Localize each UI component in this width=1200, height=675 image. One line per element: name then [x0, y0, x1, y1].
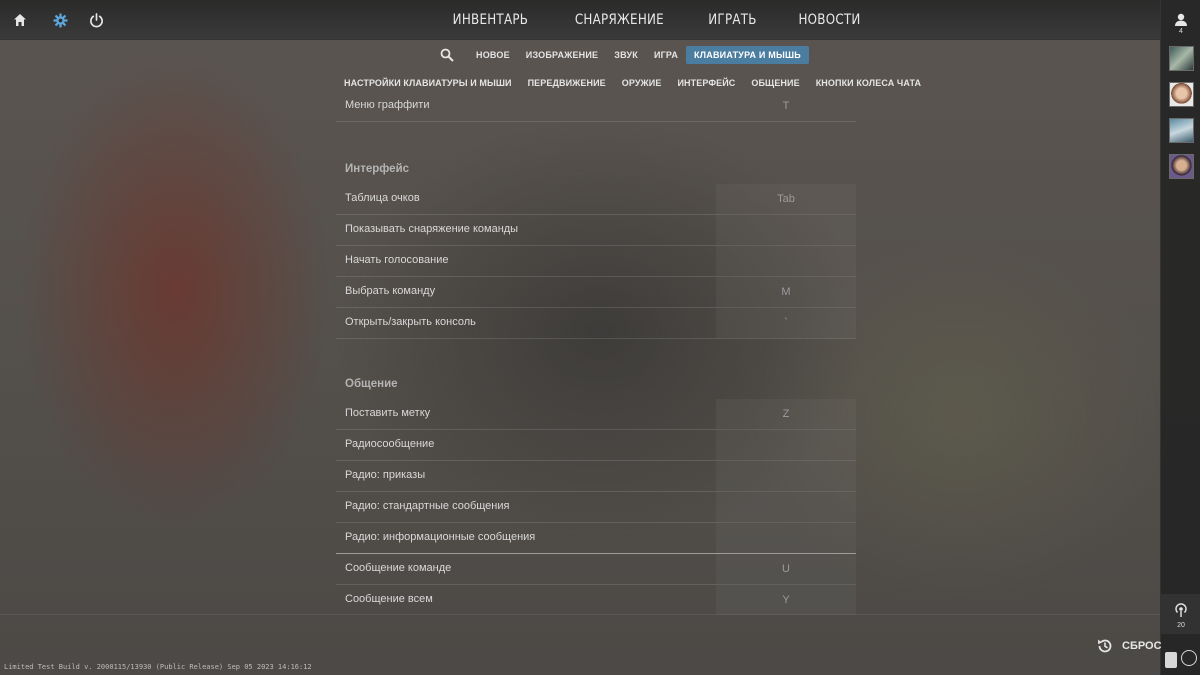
watch-count: 20	[1177, 622, 1185, 629]
watch-button[interactable]: 20	[1161, 594, 1200, 634]
tab-communication[interactable]: ОБЩЕНИЕ	[743, 78, 807, 88]
reset-icon	[1096, 637, 1114, 655]
microphone-icon[interactable]	[1165, 652, 1177, 668]
keybind-label: Начать голосование	[345, 254, 449, 266]
keybind-key[interactable]: T	[716, 91, 856, 121]
avatar[interactable]	[1169, 46, 1194, 71]
keybind-key[interactable]	[716, 492, 856, 522]
keybind-label: Радио: информационные сообщения	[345, 531, 536, 543]
keybind-row[interactable]: Начать голосование	[336, 246, 856, 277]
footer-divider	[0, 614, 1160, 615]
search-icon[interactable]	[440, 48, 454, 67]
keybind-label: Сообщение всем	[345, 593, 433, 605]
tab-keyboard-mouse[interactable]: КЛАВИАТУРА И МЫШЬ	[686, 46, 809, 64]
status-icon[interactable]	[1181, 650, 1197, 666]
friends-count: 4	[1179, 28, 1183, 35]
keybind-row[interactable]: Радио: информационные сообщения	[336, 523, 856, 554]
keybind-key[interactable]	[716, 461, 856, 491]
keybind-row[interactable]: Радио: приказы	[336, 461, 856, 492]
keybind-key[interactable]	[716, 430, 856, 460]
keybind-row[interactable]: Радио: стандартные сообщения	[336, 492, 856, 523]
keybind-label: Радио: приказы	[345, 469, 426, 481]
main-nav: ИНВЕНТАРЬ СНАРЯЖЕНИЕ ИГРАТЬ НОВОСТИ	[430, 0, 882, 40]
keybind-row[interactable]: Поставить метку Z	[336, 399, 856, 430]
keybind-label: Радиосообщение	[345, 438, 435, 450]
keybind-label: Радио: стандартные сообщения	[345, 500, 510, 512]
avatar[interactable]	[1169, 82, 1194, 107]
keybind-label: Открыть/закрыть консоль	[345, 316, 476, 328]
nav-loadout[interactable]: СНАРЯЖЕНИЕ	[561, 0, 677, 40]
keybind-key[interactable]: M	[716, 277, 856, 307]
keybind-row[interactable]: Выбрать команду M	[336, 277, 856, 308]
tab-interface[interactable]: ИНТЕРФЕЙС	[669, 78, 743, 88]
tab-movement[interactable]: ПЕРЕДВИЖЕНИЕ	[520, 78, 614, 88]
keybind-label: Поставить метку	[345, 407, 431, 419]
tab-game[interactable]: ИГРА	[646, 46, 686, 64]
keybind-label: Показывать снаряжение команды	[345, 223, 519, 235]
tab-video[interactable]: ИЗОБРАЖЕНИЕ	[518, 46, 606, 64]
power-icon[interactable]	[87, 11, 105, 29]
section-title-interface: Интерфейс	[345, 163, 410, 175]
nav-play[interactable]: ИГРАТЬ	[694, 0, 770, 40]
keybind-label: Меню граффити	[345, 99, 430, 111]
avatar[interactable]	[1169, 118, 1194, 143]
friends-rail: 4 20	[1160, 0, 1200, 675]
keybind-label: Сообщение команде	[345, 562, 452, 574]
keybind-key[interactable]	[716, 246, 856, 276]
section-title-communication: Общение	[345, 378, 398, 390]
tab-weapons[interactable]: ОРУЖИЕ	[614, 78, 670, 88]
keyboard-tabs: НАСТРОЙКИ КЛАВИАТУРЫ И МЫШИ ПЕРЕДВИЖЕНИЕ…	[336, 75, 929, 91]
keybind-key[interactable]: Z	[716, 399, 856, 429]
keybind-label: Таблица очков	[345, 192, 420, 204]
gear-icon[interactable]	[51, 11, 69, 29]
home-icon[interactable]	[11, 11, 29, 29]
tab-new[interactable]: НОВОЕ	[468, 46, 518, 64]
broadcast-icon	[1173, 602, 1189, 623]
tab-chat-wheel-buttons[interactable]: КНОПКИ КОЛЕСА ЧАТА	[808, 78, 929, 88]
reset-button[interactable]: СБРОС	[1096, 636, 1162, 656]
keybind-key[interactable]: Y	[716, 585, 856, 615]
keybind-key[interactable]	[716, 215, 856, 245]
keybind-key[interactable]	[716, 523, 856, 553]
nav-news[interactable]: НОВОСТИ	[785, 0, 874, 40]
reset-label: СБРОС	[1122, 640, 1162, 652]
avatar[interactable]	[1169, 154, 1194, 179]
keybind-row[interactable]: Показывать снаряжение команды	[336, 215, 856, 246]
keybind-row[interactable]: Радиосообщение	[336, 430, 856, 461]
keybind-row[interactable]: Таблица очков Tab	[336, 184, 856, 215]
keybind-row[interactable]: Сообщение команде U	[336, 554, 856, 585]
communication-rows: Поставить метку Z Радиосообщение Радио: …	[336, 399, 856, 616]
top-bar: ИНВЕНТАРЬ СНАРЯЖЕНИЕ ИГРАТЬ НОВОСТИ	[0, 0, 1160, 40]
build-info: Limited Test Build v. 2000115/13930 (Pub…	[4, 663, 312, 671]
keybind-row[interactable]: Сообщение всем Y	[336, 585, 856, 616]
keybind-key[interactable]: U	[716, 554, 856, 584]
keybind-row[interactable]: Меню граффити T	[336, 91, 856, 122]
keybind-row[interactable]: Открыть/закрыть консоль `	[336, 308, 856, 339]
tab-audio[interactable]: ЗВУК	[606, 46, 646, 64]
settings-nav: НОВОЕ ИЗОБРАЖЕНИЕ ЗВУК ИГРА КЛАВИАТУРА И…	[468, 45, 809, 65]
keybind-key[interactable]: `	[716, 308, 856, 338]
interface-rows: Таблица очков Tab Показывать снаряжение …	[336, 184, 856, 339]
keybind-label: Выбрать команду	[345, 285, 436, 297]
keybind-key[interactable]: Tab	[716, 184, 856, 214]
tab-keyboard-settings[interactable]: НАСТРОЙКИ КЛАВИАТУРЫ И МЫШИ	[336, 78, 520, 88]
nav-inventory[interactable]: ИНВЕНТАРЬ	[439, 0, 542, 40]
